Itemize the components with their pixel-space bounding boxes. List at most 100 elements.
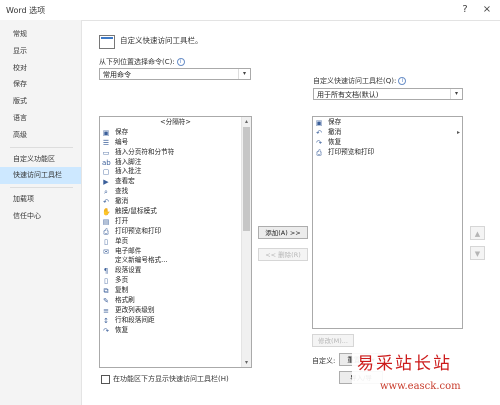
find-icon: ⌕ — [104, 188, 108, 197]
list-item[interactable]: ▯ 多页 — [100, 276, 251, 286]
list-item[interactable]: <分隔符> — [100, 118, 251, 128]
sidebar-item[interactable]: 保存 — [0, 76, 81, 93]
list-item[interactable]: ▭插入分页符和分节符▸ — [100, 148, 251, 158]
list-item-label: 插入批注 — [115, 167, 142, 176]
list-item[interactable]: ☰编号▸ — [100, 138, 251, 148]
single-page-icon: ▯ — [104, 237, 108, 246]
list-item-label: 插入分页符和分节符 — [115, 147, 175, 156]
list-item-label: 恢复 — [115, 325, 129, 334]
watermark: 易采站长站 www.easck.com — [352, 347, 500, 405]
modify-button[interactable]: 修改(M)... — [312, 334, 354, 347]
list-item[interactable]: ⎙ 打印预览和打印 — [313, 148, 462, 158]
list-item-label: 单页 — [115, 236, 129, 245]
sidebar-item[interactable]: 语言 — [0, 110, 81, 127]
open-icon: ▤ — [102, 217, 110, 226]
info-icon: i — [176, 58, 185, 66]
list-item[interactable]: ▢ 插入批注 — [100, 167, 251, 177]
list-item[interactable]: ⎙ 打印预览和打印 — [100, 227, 251, 237]
list-item[interactable]: ab 插入脚注 — [100, 158, 251, 168]
list-level-icon: ≡ — [103, 306, 109, 315]
show-below-ribbon-checkbox[interactable] — [101, 375, 110, 384]
list-item-label: 撤消 — [328, 127, 342, 136]
customize-label: 自定义: — [312, 357, 336, 365]
list-item[interactable]: ⌕ 查找 — [100, 187, 251, 197]
multi-page-icon: ▯ — [104, 277, 108, 286]
sidebar-item[interactable]: 高级 — [0, 127, 81, 144]
comment-icon: ▢ — [102, 168, 110, 177]
close-icon[interactable]: × — [480, 3, 494, 17]
list-item[interactable]: ≡更改列表级别▸ — [100, 306, 251, 316]
list-item[interactable]: ▣ 保存 — [100, 128, 251, 138]
chevron-down-icon: ▾ — [450, 89, 462, 99]
show-below-ribbon-label: 在功能区下方显示快速访问工具栏(H) — [113, 375, 229, 383]
page-title: 自定义快速访问工具栏。 — [120, 36, 203, 45]
sidebar-item[interactable]: 快速访问工具栏 — [0, 167, 81, 185]
list-item[interactable]: ↷ 恢复 — [100, 326, 251, 336]
format-painter-icon: ✎ — [103, 297, 109, 306]
choose-commands-value: 常用命令 — [103, 71, 131, 79]
list-item-label: 行和段落间距 — [115, 315, 155, 324]
numbering-icon: ☰ — [102, 138, 110, 147]
list-item[interactable]: ✎ 格式刷 — [100, 296, 251, 306]
list-item[interactable]: ▶ 查看宏 — [100, 177, 251, 187]
help-icon[interactable]: ? — [458, 3, 472, 17]
list-item-label: 定义新编号格式... — [115, 256, 168, 265]
list-item[interactable]: ¶ 段落设置 — [100, 266, 251, 276]
quick-access-toolbar-icon — [99, 35, 115, 49]
undo-icon: ↶ — [316, 128, 322, 137]
copy-icon: ⧉ — [103, 287, 109, 296]
list-item[interactable]: ↶撤消▸ — [313, 128, 462, 138]
watermark-url: www.easck.com — [380, 381, 461, 392]
list-item-label: 编号 — [115, 137, 129, 146]
list-item[interactable]: ↷ 恢复 — [313, 138, 462, 148]
customize-toolbar-text: 自定义快速访问工具栏(Q): — [313, 77, 397, 85]
sidebar-item[interactable]: 信任中心 — [0, 208, 81, 225]
list-item-label: 打开 — [115, 216, 129, 225]
print-preview-icon: ⎙ — [103, 227, 109, 236]
list-item[interactable]: ↶撤消▸ — [100, 197, 251, 207]
scroll-up-icon[interactable]: ▴ — [242, 117, 251, 126]
email-icon: ✉ — [103, 247, 109, 256]
redo-icon: ↷ — [103, 326, 109, 335]
list-item[interactable]: ↕行和段落间距▸ — [100, 316, 251, 326]
commands-scrollbar[interactable]: ▴ ▾ — [241, 117, 251, 367]
line-spacing-icon: ↕ — [103, 316, 109, 325]
sidebar-item[interactable]: 加载项 — [0, 191, 81, 208]
list-item-label: 格式刷 — [115, 296, 135, 305]
undo-icon: ↶ — [103, 198, 109, 207]
list-item-label: 恢复 — [328, 137, 342, 146]
list-item[interactable]: ▤ 打开 — [100, 217, 251, 227]
list-item[interactable]: 定义新编号格式... — [100, 256, 251, 266]
paragraph-icon: ¶ — [103, 267, 109, 276]
options-sidebar: 常规 显示 校对 保存 版式 语言 高级 自定义功能区 快速访问工具栏 加载项 信任中心 — [0, 20, 82, 405]
scroll-thumb[interactable] — [243, 127, 250, 231]
chevron-down-icon: ▾ — [238, 69, 250, 79]
list-item[interactable]: ✋触摸/鼠标模式▾ — [100, 207, 251, 217]
sidebar-item[interactable]: 版式 — [0, 93, 81, 110]
sidebar-item[interactable]: 校对 — [0, 60, 81, 77]
save-icon: ▣ — [315, 119, 323, 127]
remove-button[interactable]: << 删除(R) — [258, 248, 308, 261]
choose-commands-dropdown[interactable]: 常用命令 ▾ — [99, 68, 251, 80]
move-down-button[interactable]: ▼ — [470, 246, 485, 260]
list-item-label: <分隔符> — [160, 118, 191, 126]
list-item-label: 电子邮件 — [115, 246, 142, 255]
commands-list[interactable]: <分隔符>▣保存☰编号▸▭插入分页符和分节符▸ab插入脚注▢插入批注▶查看宏⌕查… — [99, 116, 252, 368]
scroll-down-icon[interactable]: ▾ — [242, 358, 251, 367]
list-item[interactable]: ▯ 单页 — [100, 237, 251, 247]
customize-scope-dropdown[interactable]: 用于所有文档(默认) ▾ — [313, 88, 463, 100]
sidebar-item[interactable]: 显示 — [0, 43, 81, 60]
list-item[interactable]: ⧉ 复制 — [100, 286, 251, 296]
list-item-label: 触摸/鼠标模式 — [115, 207, 157, 216]
move-up-button[interactable]: ▲ — [470, 226, 485, 240]
page-break-icon: ▭ — [102, 148, 110, 157]
list-item[interactable]: ▣ 保存 — [313, 118, 462, 128]
sidebar-item[interactable]: 常规 — [0, 26, 81, 43]
toolbar-commands-list[interactable]: ▣ 保存 ↶ 撤消 ▸ ↷ 恢复 ⎙ 打印预览和打印 — [312, 116, 463, 329]
list-item-label: 保存 — [115, 127, 129, 136]
list-item[interactable]: ✉ 电子邮件 — [100, 247, 251, 257]
list-item-label: 保存 — [328, 118, 342, 126]
sidebar-item[interactable]: 自定义功能区 — [0, 151, 81, 168]
list-item-label: 复制 — [115, 286, 129, 295]
add-button[interactable]: 添加(A) >> — [258, 226, 308, 239]
